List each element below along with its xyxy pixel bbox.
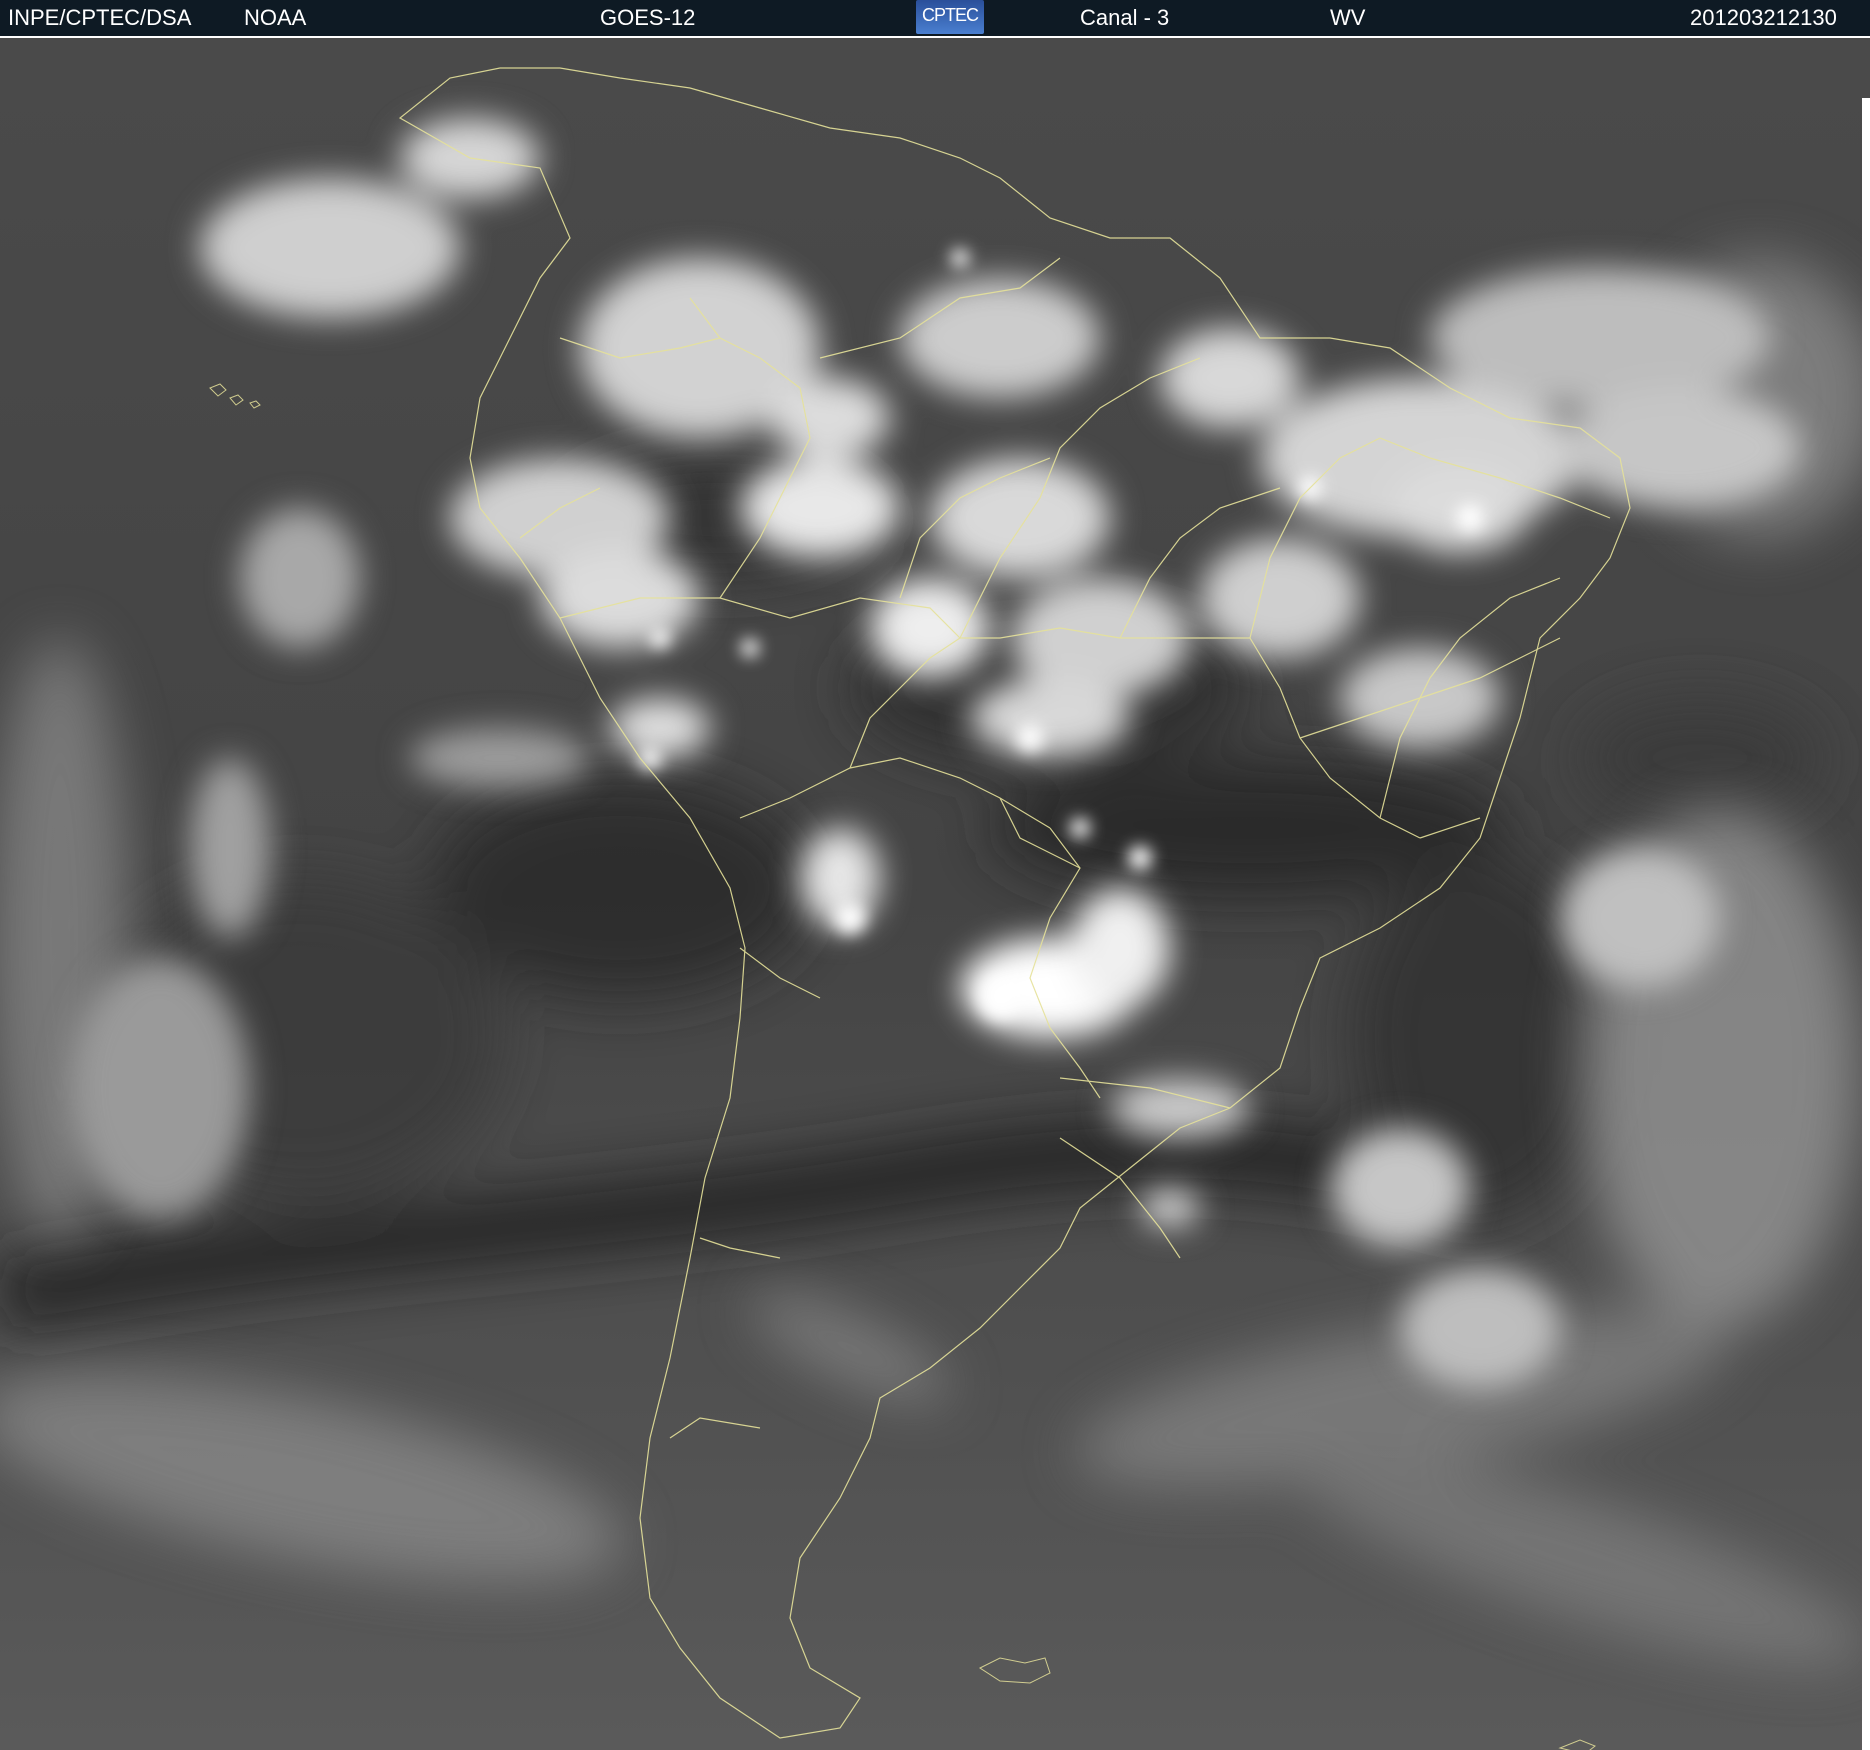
cptec-logo-icon: CPTEC (916, 0, 984, 34)
timestamp-label: 201203212130 (1690, 5, 1837, 30)
image-header-bar: INPE/CPTEC/DSA NOAA GOES-12 CPTEC Canal … (0, 0, 1870, 36)
agency-label: NOAA (244, 5, 307, 30)
channel-label: Canal - 3 (1080, 5, 1170, 30)
satellite-label: GOES-12 (600, 5, 696, 30)
satellite-image (0, 38, 1870, 1750)
band-label: WV (1330, 5, 1366, 30)
source-label: INPE/CPTEC/DSA (8, 5, 192, 30)
logo-text: CPTEC (921, 5, 979, 25)
